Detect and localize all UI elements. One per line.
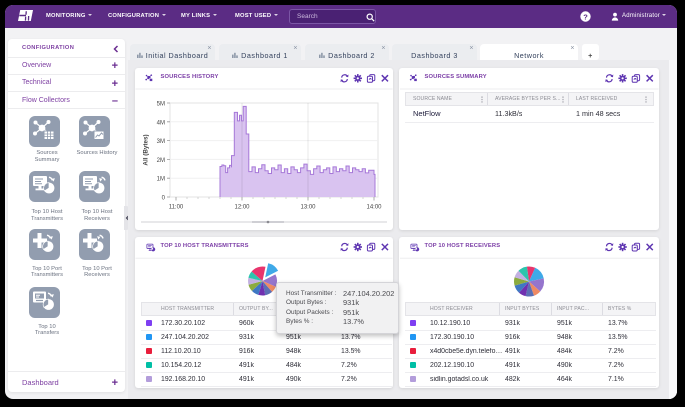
svg-text:?: ? — [583, 12, 588, 21]
